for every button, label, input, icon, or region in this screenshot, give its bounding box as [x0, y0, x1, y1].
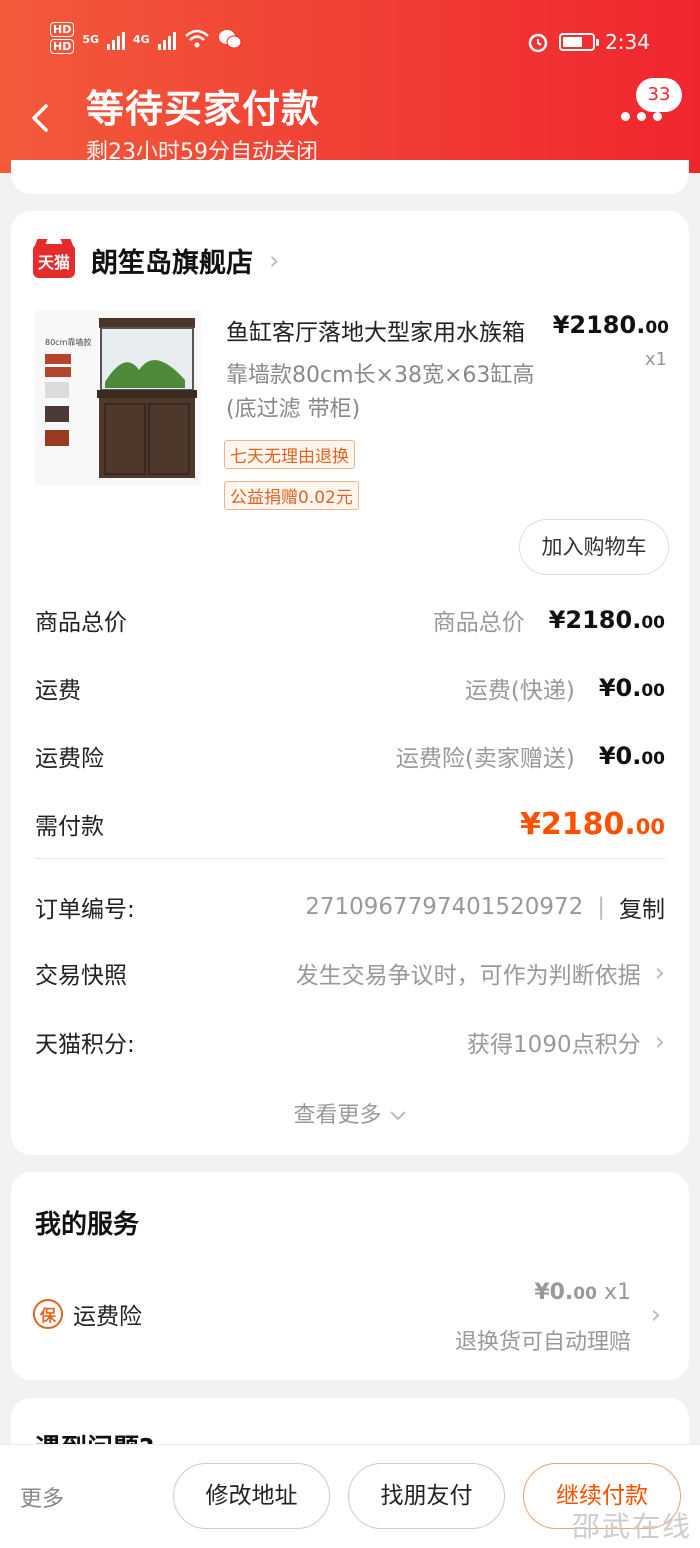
tmall-logo-icon: 天猫	[33, 243, 75, 278]
points-label: 天猫积分:	[35, 1032, 135, 1058]
cost-sub: 商品总价	[432, 610, 525, 636]
insurance-icon: 保	[33, 1299, 63, 1329]
order-number-row: 订单编号: 2710967797401520972 | 复制	[35, 887, 665, 927]
charity-tag: 公益捐赠0.02元	[224, 481, 359, 510]
clock-time: 2:34	[605, 30, 650, 54]
hd-indicator: HD HD	[50, 22, 75, 56]
product-quantity: x1	[644, 349, 667, 370]
status-bar: HD HD 5G 4G 2:34	[0, 22, 700, 62]
service-note: 退换货可自动理赔	[454, 1330, 631, 1355]
snapshot-desc: 发生交易争议时，可作为判断依据	[295, 963, 641, 989]
cost-label: 运费	[35, 678, 81, 704]
snapshot-label: 交易快照	[35, 963, 127, 989]
signal-icon	[157, 28, 176, 50]
service-item[interactable]: 保 运费险	[33, 1297, 142, 1331]
alarm-icon	[528, 33, 548, 53]
network-5g-label: 5G	[82, 32, 100, 46]
cost-sub: 运费(快递)	[464, 678, 575, 704]
order-number: 2710967797401520972	[305, 894, 584, 920]
modify-address-button[interactable]: 修改地址	[173, 1463, 330, 1529]
chevron-right-icon[interactable]: ›	[651, 1300, 661, 1330]
points-row[interactable]: 天猫积分: 获得1090点积分 ›	[35, 1022, 665, 1062]
cost-amount: ¥2180.00	[548, 606, 665, 634]
cost-row-goods: 商品总价 商品总价 ¥2180.00	[35, 600, 665, 640]
signal-icon	[107, 28, 126, 50]
friend-pay-button[interactable]: 找朋友付	[348, 1463, 505, 1529]
see-more-button[interactable]: 查看更多	[11, 1097, 689, 1129]
message-count-badge: 33	[636, 78, 682, 112]
hd1-badge: HD	[50, 22, 75, 37]
chevron-right-icon: ›	[269, 245, 280, 276]
cost-row-total: 需付款 ¥2180.00	[35, 804, 665, 844]
cost-sub: 运费险(卖家赠送)	[395, 746, 575, 772]
add-to-cart-button[interactable]: 加入购物车	[519, 519, 669, 575]
product-image[interactable]: 80cm靠墙款	[35, 310, 201, 486]
product-price: ¥2180.00	[552, 311, 669, 339]
service-title: 我的服务	[35, 1210, 140, 1240]
return-policy-tag: 七天无理由退换	[224, 440, 355, 469]
service-price: ¥0.00 x1	[534, 1280, 631, 1305]
page-title: 等待买家付款	[86, 87, 321, 131]
shop-header[interactable]: 天猫 朗笙岛旗舰店 ›	[33, 241, 279, 280]
wifi-icon	[184, 29, 209, 48]
chevron-down-icon	[389, 1111, 406, 1121]
product-title[interactable]: 鱼缸客厅落地大型家用水族箱	[226, 313, 544, 347]
cost-label: 需付款	[35, 814, 104, 840]
cost-label: 商品总价	[35, 610, 127, 636]
order-card: 天猫 朗笙岛旗舰店 › 80cm靠墙款 鱼缸客厅落地大型家用水族箱 靠墙款80c…	[11, 211, 689, 1155]
battery-icon	[559, 33, 600, 51]
chevron-right-icon: ›	[654, 1027, 665, 1057]
hd2-badge: HD	[50, 39, 75, 54]
more-menu-icon[interactable]	[621, 112, 662, 121]
product-spec: 靠墙款80cm长×38宽×63缸高(底过滤 带柜)	[226, 363, 535, 422]
product-image-label: 80cm靠墙款	[45, 337, 91, 347]
wechat-icon	[218, 30, 242, 49]
watermark: 邵武在线	[571, 1510, 692, 1543]
see-more-label: 查看更多	[293, 1103, 382, 1128]
network-4g-label: 4G	[133, 32, 150, 46]
header-bar: HD HD 5G 4G 2:34 等待买家付款 剩23小时59分自动关闭 33	[0, 0, 700, 173]
cost-row-insurance: 运费险 运费险(卖家赠送) ¥0.00	[35, 736, 665, 776]
divider	[35, 858, 665, 859]
address-card-bottom	[11, 160, 689, 194]
cost-amount: ¥0.00	[598, 674, 665, 702]
points-value: 获得1090点积分	[467, 1032, 641, 1058]
shop-name[interactable]: 朗笙岛旗舰店	[91, 241, 253, 280]
total-amount: ¥2180.00	[519, 806, 665, 842]
order-number-label: 订单编号:	[35, 897, 135, 923]
copy-button[interactable]: 复制	[619, 890, 665, 924]
more-button[interactable]: 更多	[20, 1481, 64, 1513]
service-card: 我的服务 保 运费险 ¥0.00 x1 退换货可自动理赔 ›	[11, 1172, 689, 1380]
cost-row-shipping: 运费 运费(快递) ¥0.00	[35, 668, 665, 708]
cost-label: 运费险	[35, 746, 104, 772]
chevron-right-icon: ›	[654, 958, 665, 988]
back-arrow-icon[interactable]	[26, 100, 54, 136]
cost-amount: ¥0.00	[598, 742, 665, 770]
snapshot-row[interactable]: 交易快照 发生交易争议时，可作为判断依据 ›	[35, 953, 665, 993]
service-name: 运费险	[73, 1304, 142, 1330]
